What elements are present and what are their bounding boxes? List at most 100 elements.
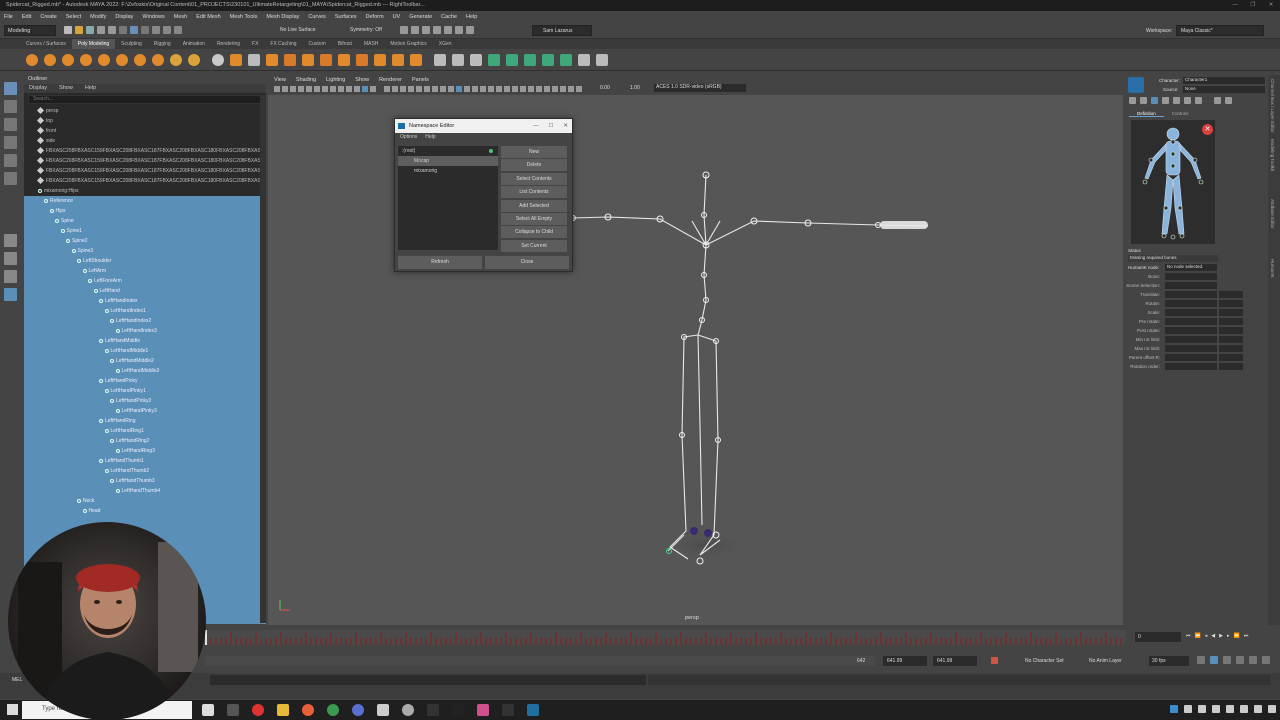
shelf-tool-26-icon[interactable] bbox=[488, 54, 500, 66]
outliner-joint-row[interactable]: LeftHandIndex2 bbox=[24, 316, 266, 326]
outliner-joint-row[interactable]: LeftHandIndex bbox=[24, 296, 266, 306]
attr-field-2[interactable] bbox=[1219, 363, 1243, 370]
taskbar-app-9-icon[interactable] bbox=[402, 704, 414, 716]
outliner-joint-row[interactable]: LeftHandThumb1 bbox=[24, 456, 266, 466]
viewport-tool-26-icon[interactable] bbox=[480, 86, 486, 92]
fps-dropdown[interactable]: 30 fps bbox=[1149, 656, 1189, 666]
shelf-tab-fx[interactable]: FX bbox=[246, 39, 264, 49]
two-pane-layout-icon[interactable] bbox=[4, 270, 17, 283]
shelf-tab-curves-surfaces[interactable]: Curves / Surfaces bbox=[20, 39, 72, 49]
taskbar-app-3-icon[interactable] bbox=[252, 704, 264, 716]
shelf-tool-15-icon[interactable] bbox=[284, 54, 296, 66]
taskbar-app-2-icon[interactable] bbox=[227, 704, 239, 716]
shelf-tab-sculpting[interactable]: Sculpting bbox=[115, 39, 148, 49]
viewport-tool-31-icon[interactable] bbox=[520, 86, 526, 92]
viewport-tool-32-icon[interactable] bbox=[528, 86, 534, 92]
hik-create-icon[interactable] bbox=[1129, 97, 1136, 104]
taskbar-app-8-icon[interactable] bbox=[377, 704, 389, 716]
cache-icon[interactable] bbox=[1249, 656, 1257, 664]
ipr-render-icon[interactable] bbox=[411, 26, 419, 34]
shelf-tool-11-icon[interactable] bbox=[212, 54, 224, 66]
outliner-joint-row[interactable]: Head bbox=[24, 506, 266, 516]
menu-modify[interactable]: Modify bbox=[90, 14, 106, 20]
anim-layer-field[interactable]: No Anim Layer bbox=[1089, 658, 1122, 664]
shelf-tool-1-icon[interactable] bbox=[26, 54, 38, 66]
menu-cache[interactable]: Cache bbox=[441, 14, 457, 20]
step-back-icon[interactable]: ⏪ bbox=[1195, 633, 1201, 639]
tray-clock-icon[interactable] bbox=[1254, 705, 1262, 713]
viewport-tool-16-icon[interactable] bbox=[400, 86, 406, 92]
attr-field-2[interactable] bbox=[1219, 336, 1243, 343]
menu-mesh-display[interactable]: Mesh Display bbox=[266, 14, 299, 20]
viewport-tool-29-icon[interactable] bbox=[504, 86, 510, 92]
shelf-tool-9-icon[interactable] bbox=[170, 54, 182, 66]
tray-notification-icon[interactable] bbox=[1268, 705, 1276, 713]
outliner-joint-row[interactable]: LeftHandMiddle1 bbox=[24, 346, 266, 356]
menu-file[interactable]: File bbox=[4, 14, 13, 20]
attr-field[interactable] bbox=[1165, 318, 1217, 325]
taskbar-app-5-icon[interactable] bbox=[302, 704, 314, 716]
outliner-joint-row[interactable]: LeftHandIndex1 bbox=[24, 306, 266, 316]
outliner-joint-row[interactable]: LeftArm bbox=[24, 266, 266, 276]
outliner-joint-row[interactable]: LeftHandIndex3 bbox=[24, 326, 266, 336]
shelf-tool-3-icon[interactable] bbox=[62, 54, 74, 66]
side-tab-attribute-editor[interactable]: Attribute Editor bbox=[1270, 199, 1275, 229]
hik-load-icon[interactable] bbox=[1184, 97, 1191, 104]
shelf-tab-fx-caching[interactable]: FX Caching bbox=[264, 39, 302, 49]
outliner-joint-row[interactable]: LeftHandPinky3 bbox=[24, 406, 266, 416]
tab-definition[interactable]: Definition bbox=[1129, 111, 1164, 117]
outliner-joint-row[interactable]: LeftHandThumb3 bbox=[24, 476, 266, 486]
menu-mesh-tools[interactable]: Mesh Tools bbox=[230, 14, 258, 20]
outliner-joint-row[interactable]: LeftHandMiddle bbox=[24, 336, 266, 346]
viewport-tool-15-icon[interactable] bbox=[392, 86, 398, 92]
outliner-menu-display[interactable]: Display bbox=[29, 84, 47, 93]
tray-wifi-icon[interactable] bbox=[1212, 705, 1220, 713]
scale-tool-icon[interactable] bbox=[4, 172, 17, 185]
outliner-search-input[interactable]: Search... bbox=[28, 95, 262, 104]
range-end-field[interactable]: 641.99 bbox=[933, 656, 977, 666]
shelf-tool-16-icon[interactable] bbox=[302, 54, 314, 66]
attr-field[interactable] bbox=[1165, 282, 1217, 289]
character-set-field[interactable]: No Character Set bbox=[1025, 658, 1064, 664]
viewport-tool-27-icon[interactable] bbox=[488, 86, 494, 92]
render-setup-icon[interactable] bbox=[444, 26, 452, 34]
character-dropdown[interactable]: Character1 bbox=[1183, 77, 1265, 84]
go-to-end-icon[interactable]: ⏭ bbox=[1244, 633, 1249, 639]
rotate-tool-icon[interactable] bbox=[4, 154, 17, 167]
outliner-joint-row[interactable]: LeftHandRing2 bbox=[24, 436, 266, 446]
hik-tpose-icon[interactable] bbox=[1214, 97, 1221, 104]
lasso-tool-icon[interactable] bbox=[4, 100, 17, 113]
attr-field-2[interactable] bbox=[1219, 345, 1243, 352]
snap-grid-icon[interactable] bbox=[152, 26, 160, 34]
attr-field[interactable] bbox=[1165, 336, 1217, 343]
ns-collapse-to-child-button[interactable]: Collapse to Child bbox=[501, 226, 567, 239]
toggle-display-icon[interactable] bbox=[466, 26, 474, 34]
select-tool-icon[interactable] bbox=[4, 82, 17, 95]
attr-field[interactable] bbox=[1165, 291, 1217, 298]
shelf-tool-10-icon[interactable] bbox=[188, 54, 200, 66]
hik-skeleton-icon[interactable] bbox=[1225, 97, 1232, 104]
viewport-tool-22-icon[interactable] bbox=[448, 86, 454, 92]
shelf-tool-30-icon[interactable] bbox=[560, 54, 572, 66]
ns-maximize-icon[interactable]: ☐ bbox=[548, 119, 553, 133]
outliner-row[interactable]: persp bbox=[24, 106, 266, 116]
outliner-joint-row[interactable]: Spine2 bbox=[24, 236, 266, 246]
viewport-tool-14-icon[interactable] bbox=[384, 86, 390, 92]
shelf-tool-19-icon[interactable] bbox=[356, 54, 368, 66]
shelf-tool-17-icon[interactable] bbox=[320, 54, 332, 66]
taskbar-app-13-icon[interactable] bbox=[502, 704, 514, 716]
viewport-tool-3-icon[interactable] bbox=[290, 86, 296, 92]
viewport-tool-23-icon[interactable] bbox=[456, 86, 462, 92]
outliner-joint-row[interactable]: Spine3 bbox=[24, 246, 266, 256]
ns-select-all-empty-button[interactable]: Select All Empty bbox=[501, 212, 567, 225]
step-back-frame-icon[interactable]: ◂ bbox=[1205, 633, 1208, 639]
viewport-menu-show[interactable]: Show bbox=[355, 75, 369, 85]
outliner-joint-row[interactable]: LeftHandPinky bbox=[24, 376, 266, 386]
viewport-tool-13-icon[interactable] bbox=[370, 86, 376, 92]
tray-volume-icon[interactable] bbox=[1226, 705, 1234, 713]
reference-skeleton[interactable] bbox=[572, 174, 929, 560]
viewport-tool-36-icon[interactable] bbox=[560, 86, 566, 92]
outliner-menu-show[interactable]: Show bbox=[59, 84, 73, 93]
light-editor-icon[interactable] bbox=[455, 26, 463, 34]
shelf-tool-6-icon[interactable] bbox=[116, 54, 128, 66]
